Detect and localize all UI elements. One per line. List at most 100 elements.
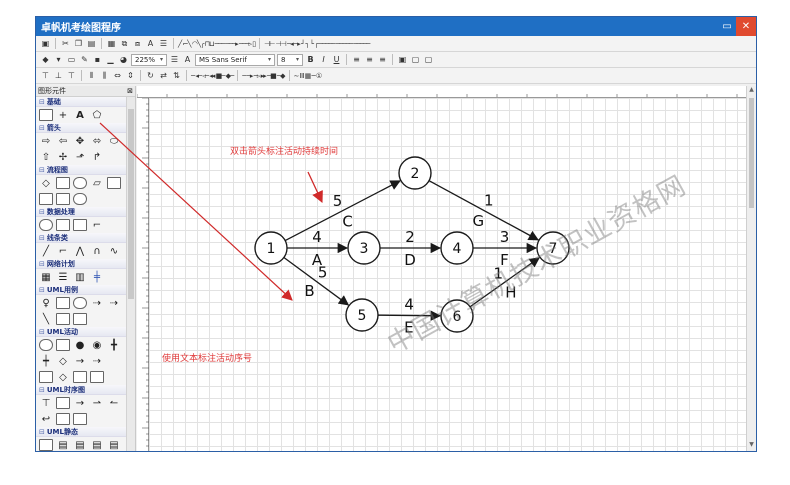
seq-note-icon[interactable] — [73, 413, 87, 425]
arrow-bend-shape-icon[interactable]: ↱ — [90, 151, 104, 163]
interface-icon[interactable]: ▤ — [73, 439, 87, 451]
arrow-tag-shape-icon[interactable]: ⬭ — [107, 135, 121, 147]
swimlane-icon[interactable] — [73, 371, 87, 383]
comment-icon[interactable] — [90, 371, 104, 383]
scroll-up-icon[interactable]: ▲ — [747, 86, 756, 96]
canvas-vertical-scrollbar[interactable]: ▲ ▼ — [746, 86, 756, 451]
text-shape-icon[interactable]: A — [73, 109, 87, 121]
decision-icon[interactable]: ◇ — [56, 355, 70, 367]
final-node-icon[interactable]: ◉ — [90, 339, 104, 351]
arrow-right-shape-icon[interactable]: ⇨ — [39, 135, 53, 147]
align-bottom-icon[interactable]: ⊤ — [66, 70, 77, 81]
scroll-down-icon[interactable]: ▼ — [747, 441, 756, 451]
underline-button[interactable]: U — [331, 54, 342, 65]
line-color-icon[interactable]: ▁ — [105, 54, 116, 65]
extend-icon[interactable]: ⇢ — [90, 297, 104, 309]
system-icon[interactable] — [56, 313, 70, 325]
arrow-four-shape-icon[interactable]: ✢ — [56, 151, 70, 163]
arrow-up-shape-icon[interactable]: ⇧ — [39, 151, 53, 163]
align-left-icon[interactable]: ≡ — [351, 54, 362, 65]
layer-front-icon[interactable]: ▣ — [397, 54, 408, 65]
signal-icon[interactable] — [39, 371, 53, 383]
format-icon[interactable]: ▦ — [106, 38, 117, 49]
usecase-icon[interactable] — [73, 297, 87, 309]
line-step-icon[interactable]: ⌐ — [56, 245, 70, 257]
arrow-left-shape-icon[interactable]: ⇦ — [56, 135, 70, 147]
arrow-cross-shape-icon[interactable]: ✥ — [73, 135, 87, 147]
save-icon[interactable]: ▣ — [40, 38, 51, 49]
arrow-end-palette[interactable]: ─ ─▸ ─▹ ▸▸ ─■ ─◆ — [242, 72, 285, 80]
association-icon[interactable]: ╲ — [39, 313, 53, 325]
shadow-icon[interactable]: ▪ — [92, 54, 103, 65]
scroll-thumb[interactable] — [749, 98, 754, 208]
align-right-icon[interactable]: ≡ — [377, 54, 388, 65]
note-icon[interactable] — [73, 313, 87, 325]
same-height-icon[interactable]: ⇕ — [125, 70, 136, 81]
category-uml-static[interactable]: ⊟ UML静态 — [36, 427, 126, 437]
folder-icon[interactable] — [39, 439, 53, 451]
chevron-down-icon[interactable]: ▾ — [53, 54, 64, 65]
line-wave-icon[interactable]: ∿ — [107, 245, 121, 257]
text-tool-icon[interactable]: A — [145, 38, 156, 49]
gantt-icon[interactable]: ╪ — [90, 271, 104, 283]
cut-icon[interactable]: ✂ — [60, 38, 71, 49]
category-uml-activity[interactable]: ⊟ UML活动 — [36, 327, 126, 337]
category-network-plan[interactable]: ⊟ 网络计划 — [36, 259, 126, 269]
rectangle-icon[interactable]: ▭ — [66, 54, 77, 65]
terminator-shape-icon[interactable] — [73, 177, 87, 189]
arrow-corner-shape-icon[interactable]: ⬏ — [73, 151, 87, 163]
palette-scrollbar[interactable] — [126, 97, 135, 451]
panel-close-icon[interactable]: ⊠ — [127, 87, 135, 95]
flow-icon[interactable]: → — [73, 355, 87, 367]
rect-shape-icon[interactable] — [39, 109, 53, 121]
object-icon[interactable]: ▤ — [90, 439, 104, 451]
category-basic[interactable]: ⊟ 基础 — [36, 97, 126, 107]
line-curve-icon[interactable]: ∩ — [90, 245, 104, 257]
class-icon[interactable]: ▤ — [56, 439, 70, 451]
delay-shape-icon[interactable] — [73, 193, 87, 205]
prep-shape-icon[interactable] — [73, 219, 87, 231]
rotate-icon[interactable]: ↻ — [145, 70, 156, 81]
category-arrows[interactable]: ⊟ 箭头 — [36, 123, 126, 133]
font-size-select[interactable]: 8 ▾ — [277, 53, 303, 66]
paste-icon[interactable]: ▤ — [86, 38, 97, 49]
flip-v-icon[interactable]: ⇅ — [171, 70, 182, 81]
close-button[interactable]: ✕ — [736, 17, 756, 36]
copy-icon[interactable]: ❐ — [73, 38, 84, 49]
arrow-start-palette[interactable]: ─ ◂─ ◃─ ◂◂ ■─ ◆─ — [191, 72, 234, 80]
object-flow-icon[interactable]: ⇢ — [90, 355, 104, 367]
layer-back-icon[interactable]: ▢ — [410, 54, 421, 65]
lifeline-icon[interactable]: ⊤ — [39, 397, 53, 409]
self-message-icon[interactable]: ↩ — [39, 413, 53, 425]
align-icon[interactable]: ☰ — [158, 38, 169, 49]
step-shape-icon[interactable]: ⌐ — [90, 219, 104, 231]
manual-shape-icon[interactable] — [56, 219, 70, 231]
category-flowchart[interactable]: ⊟ 流程图 — [36, 165, 126, 175]
cross-shape-icon[interactable]: + — [56, 109, 70, 121]
initial-node-icon[interactable]: ● — [73, 339, 87, 351]
distribute-v-icon[interactable]: ⫼ — [99, 70, 110, 81]
bold-button[interactable]: B — [305, 54, 316, 65]
join-icon[interactable]: ┿ — [39, 355, 53, 367]
category-uml-sequence[interactable]: ⊟ UML时序图 — [36, 385, 126, 395]
pencil-icon[interactable]: ✎ — [79, 54, 90, 65]
align-middle-icon[interactable]: ⊥ — [53, 70, 64, 81]
actor-icon[interactable]: ♀ — [39, 297, 53, 309]
data-shape-icon[interactable]: ▱ — [90, 177, 104, 189]
merge-icon[interactable]: ◇ — [56, 371, 70, 383]
line-width-icon[interactable]: ☰ — [169, 54, 180, 65]
document-shape-icon[interactable] — [107, 177, 121, 189]
distribute-h-icon[interactable]: ⫴ — [86, 70, 97, 81]
message-icon[interactable]: → — [73, 397, 87, 409]
return-message-icon[interactable]: ↼ — [107, 397, 121, 409]
italic-button[interactable]: I — [318, 54, 329, 65]
line-straight-icon[interactable]: ╱ — [39, 245, 53, 257]
connector-palette[interactable]: ⊣⊢ ⊣⊣ ─◂ ─▸ ┘ ┐ └ ┌ ───── ───── ───── — [264, 40, 370, 48]
font-color-icon[interactable]: A — [182, 54, 193, 65]
ungroup-icon[interactable]: ⧈ — [132, 38, 143, 49]
rows-table-icon[interactable]: ☰ — [56, 271, 70, 283]
category-uml-usecase[interactable]: ⊟ UML用例 — [36, 285, 126, 295]
fragment-icon[interactable] — [56, 413, 70, 425]
align-top-icon[interactable]: ⊤ — [40, 70, 51, 81]
storage-shape-icon[interactable] — [56, 193, 70, 205]
